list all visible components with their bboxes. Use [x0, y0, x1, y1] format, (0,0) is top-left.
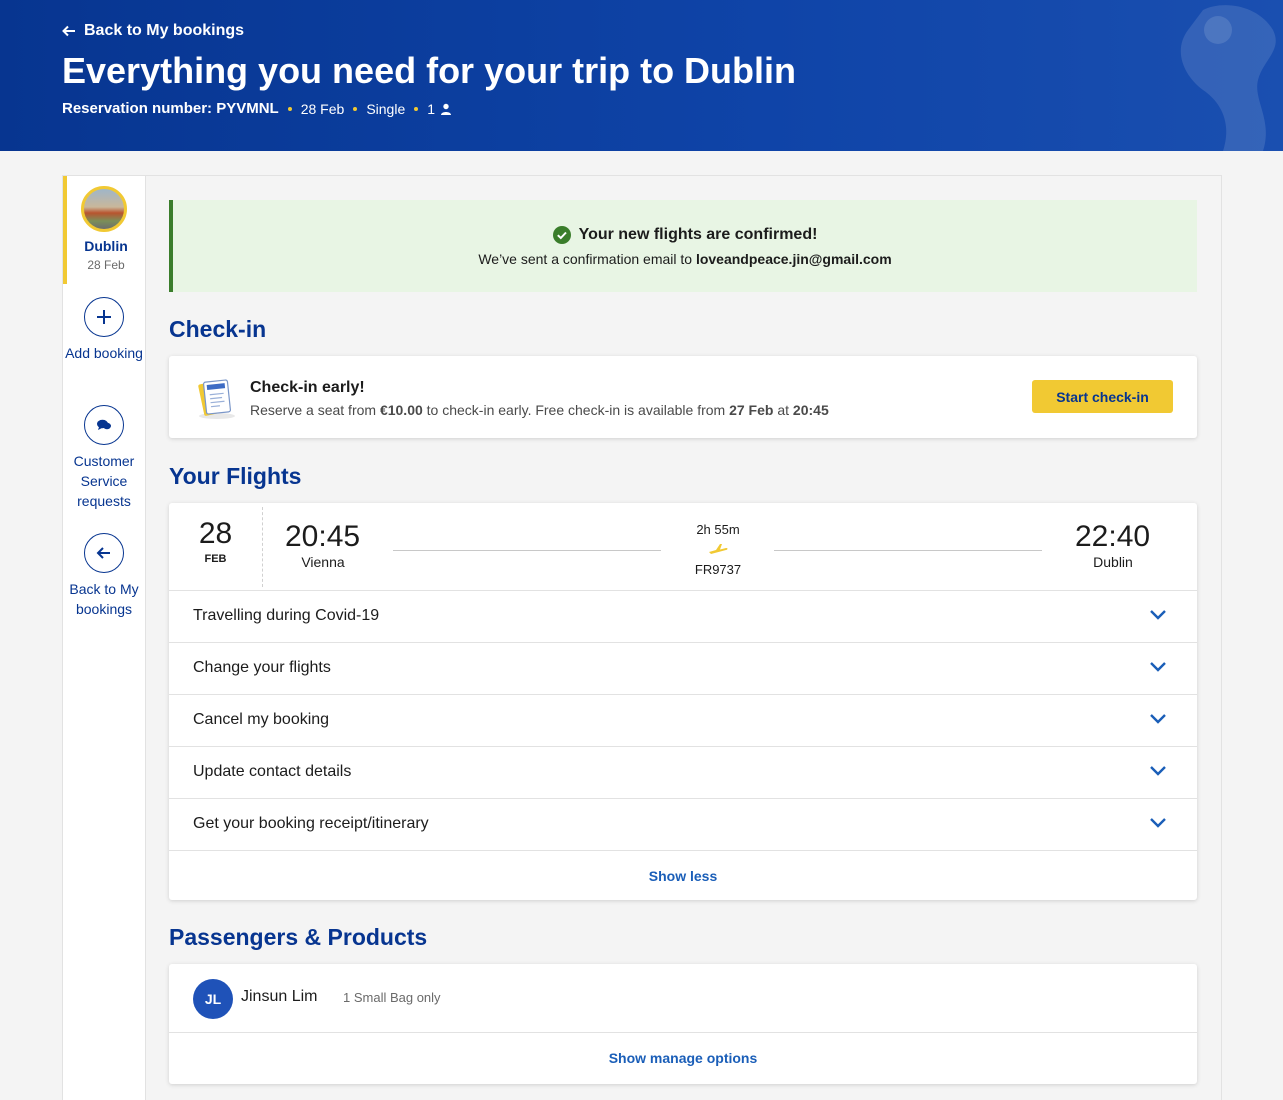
flight-number: FR9737 — [694, 562, 742, 577]
separator-dot — [414, 106, 419, 111]
route-line — [774, 550, 1042, 551]
person-icon — [441, 103, 452, 115]
confirmation-banner: Your new flights are confirmed! We’ve se… — [169, 200, 1197, 292]
sidebar-item-label: Back to My bookings — [69, 581, 139, 617]
chevron-down-icon — [1150, 714, 1166, 724]
option-covid-travel[interactable]: Travelling during Covid-19 — [169, 591, 1197, 643]
back-circle — [84, 533, 124, 573]
option-label: Change your flights — [193, 659, 331, 676]
checkin-card: Check-in early! Reserve a seat from €10.… — [169, 356, 1197, 438]
departure-city: Vienna — [301, 554, 345, 570]
separator-dot — [287, 106, 292, 111]
passenger-product: 1 Small Bag only — [343, 990, 441, 1005]
avatar: JL — [193, 979, 233, 1019]
flight-card: 28 FEB 20:45 Vienna 2h 55m FR9737 22:40 … — [169, 503, 1197, 900]
passenger-count: 1 — [427, 100, 436, 117]
arrival-time: 22:40 — [1075, 520, 1151, 553]
flight-month: FEB — [204, 553, 227, 565]
passengers-heading: Passengers & Products — [169, 924, 428, 950]
confirmation-message: We’ve sent a confirmation email to lovea… — [173, 251, 1197, 267]
check-circle-icon — [552, 226, 571, 244]
page-header: Back to My bookings Everything you need … — [0, 0, 1283, 151]
flight-day: 28 — [198, 517, 233, 550]
option-change-flights[interactable]: Change your flights — [169, 643, 1197, 695]
checkin-text: at — [777, 402, 790, 418]
sidebar-item-trip-dublin[interactable]: Dublin 28 Feb — [63, 176, 145, 284]
checkin-description: Reserve a seat from €10.00 to check-in e… — [250, 402, 829, 418]
sidebar-item-customer-service[interactable]: Customer Service requests — [63, 405, 145, 511]
add-booking-circle — [84, 297, 124, 337]
checkin-price: €10.00 — [379, 402, 423, 418]
trip-date: 28 Feb — [300, 100, 345, 117]
back-link-label: Back to My bookings — [84, 22, 245, 39]
sidebar-item-add-booking[interactable]: Add booking — [63, 297, 145, 363]
flight-duration: 2h 55m — [696, 522, 740, 537]
booking-summary: Reservation number: PYVMNL 28 Feb Single… — [62, 100, 452, 117]
trip-date: 28 Feb — [87, 258, 125, 272]
passengers-card: JL Jinsun Lim 1 Small Bag only Show mana… — [169, 964, 1197, 1084]
checkin-heading: Check-in — [169, 316, 267, 342]
chevron-down-icon — [1150, 610, 1166, 620]
free-checkin-date: 27 Feb — [729, 402, 774, 418]
confirmation-message-text: We’ve sent a confirmation email to — [478, 251, 693, 267]
sidebar-item-label: Customer Service requests — [73, 453, 135, 509]
back-to-bookings-link[interactable]: Back to My bookings — [62, 22, 244, 40]
checkin-title: Check-in early! — [250, 379, 365, 396]
confirmation-email: loveandpeace.jin@gmail.com — [695, 251, 892, 267]
option-label: Get your booking receipt/itinerary — [193, 815, 429, 832]
separator-dot — [353, 106, 358, 111]
free-checkin-time: 20:45 — [792, 402, 829, 418]
flights-heading: Your Flights — [169, 463, 302, 489]
option-booking-receipt[interactable]: Get your booking receipt/itinerary — [169, 799, 1197, 851]
flight-date: 28 FEB — [169, 507, 263, 587]
passenger-name: Jinsun Lim — [241, 988, 318, 1005]
trip-type: Single — [366, 100, 406, 117]
arrival-city: Dublin — [1093, 554, 1133, 570]
boarding-pass-icon — [198, 379, 235, 419]
arrow-left-icon — [96, 547, 110, 559]
chat-icon — [97, 419, 111, 430]
checkin-text: to check-in early. Free check-in is avai… — [426, 402, 726, 418]
plus-icon — [97, 310, 111, 324]
sidebar: Dublin 28 Feb Add booking Customer Servi… — [63, 176, 146, 1100]
divider — [169, 1032, 1197, 1033]
airplane-icon — [709, 544, 728, 554]
sidebar-item-back-to-bookings[interactable]: Back to My bookings — [63, 533, 145, 619]
checkin-text: Reserve a seat from — [250, 402, 377, 418]
departure-time: 20:45 — [285, 520, 361, 553]
option-update-contact[interactable]: Update contact details — [169, 747, 1197, 799]
brand-harp-icon — [1180, 5, 1276, 151]
start-checkin-button[interactable]: Start check-in — [1032, 380, 1173, 413]
show-manage-options-link[interactable]: Show manage options — [169, 1050, 1197, 1066]
destination-thumbnail — [81, 186, 127, 232]
confirmation-title: Your new flights are confirmed! — [578, 226, 818, 243]
customer-service-circle — [84, 405, 124, 445]
chevron-down-icon — [1150, 766, 1166, 776]
confirmation-title-row: Your new flights are confirmed! — [173, 226, 1197, 244]
reservation-number: Reservation number: PYVMNL — [62, 100, 279, 117]
option-label: Cancel my booking — [193, 711, 330, 728]
page-title: Everything you need for your trip to Dub… — [62, 50, 797, 91]
flight-summary[interactable]: 28 FEB 20:45 Vienna 2h 55m FR9737 22:40 … — [169, 503, 1197, 591]
booking-container: Dublin 28 Feb Add booking Customer Servi… — [62, 175, 1222, 1100]
trip-name: Dublin — [84, 238, 128, 254]
option-cancel-booking[interactable]: Cancel my booking — [169, 695, 1197, 747]
sidebar-item-label: Add booking — [65, 345, 143, 361]
chevron-down-icon — [1150, 818, 1166, 828]
route-line — [393, 550, 661, 551]
option-label: Travelling during Covid-19 — [193, 607, 380, 624]
option-label: Update contact details — [193, 763, 352, 780]
arrow-left-icon — [62, 25, 75, 37]
show-less-link[interactable]: Show less — [169, 868, 1197, 884]
chevron-down-icon — [1150, 662, 1166, 672]
